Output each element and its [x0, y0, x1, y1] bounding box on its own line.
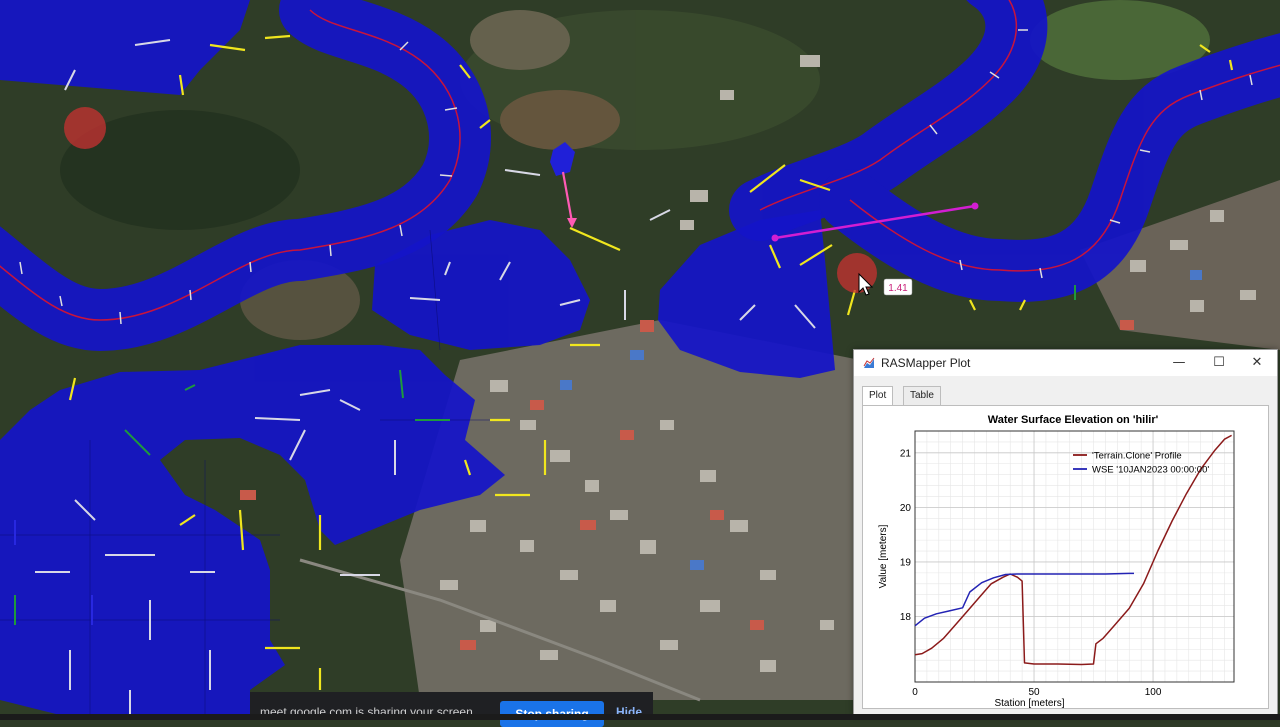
close-button[interactable]: ✕: [1237, 350, 1277, 376]
x-tick-label: 50: [1028, 687, 1040, 698]
profile-line-start[interactable]: [771, 234, 779, 242]
series-line-1: [914, 572, 1134, 627]
y-tick-label: 19: [900, 557, 912, 568]
wse-chart[interactable]: Water Surface Elevation on 'hilir' 0 50 10…: [863, 406, 1268, 708]
y-tick-label: 21: [900, 448, 912, 459]
bottom-strip: [0, 714, 1280, 720]
value-tooltip-text: 1.41: [888, 283, 908, 294]
tab-plot[interactable]: Plot: [862, 386, 894, 406]
plot-panel: Water Surface Elevation on 'hilir' 0 50 10…: [862, 405, 1269, 709]
rasmapper-plot-window[interactable]: RASMapper Plot — ☐ ✕ Plot Table Water Su…: [853, 349, 1278, 716]
x-tick-label: 100: [1145, 687, 1162, 698]
point-marker[interactable]: [64, 107, 106, 149]
tab-table[interactable]: Table: [903, 386, 941, 405]
maximize-button[interactable]: ☐: [1199, 350, 1239, 376]
x-tick-label: 0: [912, 687, 918, 698]
x-axis-label: Station [meters]: [994, 698, 1064, 708]
y-tick-label: 20: [900, 503, 912, 514]
legend-label: WSE '10JAN2023 00:00:00': [1092, 465, 1209, 476]
profile-line-end[interactable]: [971, 202, 979, 210]
chart-title: Water Surface Elevation on 'hilir': [988, 414, 1159, 426]
y-axis-label: Value [meters]: [878, 524, 889, 588]
y-tick-label: 18: [900, 612, 912, 623]
legend-label: 'Terrain.Clone' Profile: [1092, 451, 1182, 462]
minimize-button[interactable]: —: [1159, 350, 1199, 376]
rasmapper-app-icon: [863, 357, 875, 368]
window-titlebar[interactable]: RASMapper Plot — ☐ ✕: [854, 350, 1277, 376]
window-title: RASMapper Plot: [881, 356, 971, 370]
